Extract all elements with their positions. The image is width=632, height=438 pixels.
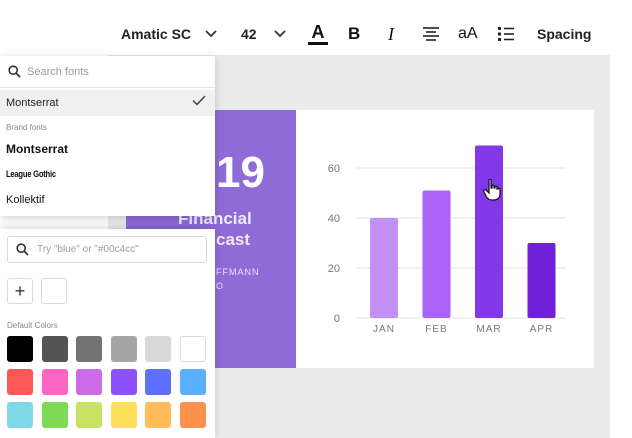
font-family-label: Amatic SC: [121, 26, 192, 42]
color-swatch[interactable]: [145, 369, 171, 395]
color-search-bar: [7, 236, 207, 263]
default-colors-label: Default Colors: [7, 321, 58, 330]
bar-feb[interactable]: [422, 190, 451, 319]
bar-apr[interactable]: [527, 243, 556, 318]
y-tick-label: 0: [334, 313, 340, 325]
checkmark-icon: [192, 95, 206, 106]
color-swatch[interactable]: [7, 369, 33, 395]
list-button[interactable]: [498, 12, 514, 56]
bar-mar[interactable]: [475, 145, 503, 319]
font-option-kollektif[interactable]: Kollektif: [6, 194, 45, 206]
slide-author-line2[interactable]: O: [216, 281, 224, 291]
x-tick-label: APR: [530, 324, 554, 335]
brand-fonts-label: Brand fonts: [6, 123, 47, 132]
color-swatch[interactable]: [110, 402, 137, 428]
bar-chart[interactable]: 0 20 40 60 JAN FEB MAR APR: [296, 110, 594, 368]
hand-cursor-icon: [483, 179, 501, 201]
slide-year[interactable]: 19: [216, 148, 265, 198]
italic-icon: I: [388, 23, 394, 44]
bold-button[interactable]: B: [348, 12, 360, 56]
bullet-list-icon: [498, 27, 514, 41]
font-family-dropdown[interactable]: Amatic SC: [121, 12, 191, 56]
italic-button[interactable]: I: [388, 12, 394, 56]
x-tick-label: MAR: [476, 324, 501, 335]
color-swatch[interactable]: [110, 369, 137, 395]
font-option-selected[interactable]: Montserrat: [0, 90, 215, 116]
y-tick-label: 20: [328, 263, 340, 275]
color-swatch[interactable]: [7, 336, 33, 362]
font-size-label: 42: [241, 26, 257, 42]
y-tick-label: 40: [328, 213, 340, 225]
custom-color-swatch[interactable]: [41, 278, 67, 304]
color-swatch[interactable]: [145, 402, 171, 428]
color-swatch[interactable]: [41, 402, 68, 428]
slide-title-line2[interactable]: cast: [216, 230, 250, 250]
color-swatch[interactable]: [179, 336, 206, 362]
text-color-bar: [308, 42, 328, 45]
spacing-label: Spacing: [537, 26, 592, 42]
selected-font-label: Montserrat: [6, 97, 59, 109]
letter-case-button[interactable]: aA: [458, 12, 478, 56]
color-swatch[interactable]: [76, 369, 102, 395]
font-search-input[interactable]: [27, 65, 197, 78]
color-swatch[interactable]: [76, 336, 102, 362]
color-swatch[interactable]: [179, 402, 206, 428]
text-toolbar: Amatic SC 42 A B I aA Spacing: [108, 12, 610, 56]
search-icon: [8, 65, 21, 78]
color-swatch[interactable]: [7, 402, 33, 428]
slide-author-line1[interactable]: FFMANN: [216, 267, 260, 277]
color-swatch[interactable]: [41, 369, 68, 395]
letter-case-icon: aA: [458, 25, 478, 42]
color-swatch[interactable]: [179, 369, 206, 395]
font-option-league-gothic[interactable]: League Gothic: [6, 169, 56, 179]
add-color-button[interactable]: +: [7, 278, 33, 304]
font-dropdown-panel: Montserrat Brand fonts Montserrat League…: [0, 56, 215, 216]
bar-jan[interactable]: [370, 218, 398, 318]
color-search-input[interactable]: [37, 244, 197, 255]
plus-icon: +: [14, 280, 26, 301]
chevron-down-icon[interactable]: [274, 12, 286, 56]
color-swatch[interactable]: [76, 402, 102, 428]
align-button[interactable]: [422, 12, 440, 56]
color-picker-panel: + Default Colors: [0, 229, 215, 438]
text-color-icon: A: [311, 22, 325, 42]
spacing-button[interactable]: Spacing: [537, 12, 591, 56]
x-tick-label: FEB: [425, 324, 447, 335]
font-search-bar: [0, 56, 215, 88]
color-swatch[interactable]: [41, 336, 68, 362]
text-color-button[interactable]: A: [308, 12, 328, 56]
font-option-montserrat[interactable]: Montserrat: [6, 142, 68, 156]
search-icon: [16, 243, 29, 256]
align-center-icon: [423, 27, 439, 41]
color-swatch[interactable]: [145, 336, 171, 362]
y-tick-label: 60: [328, 163, 340, 175]
color-swatch[interactable]: [110, 336, 137, 362]
x-tick-label: JAN: [373, 324, 395, 335]
chevron-down-icon[interactable]: [205, 12, 217, 56]
bold-icon: B: [348, 24, 361, 43]
font-size-dropdown[interactable]: 42: [241, 12, 257, 56]
